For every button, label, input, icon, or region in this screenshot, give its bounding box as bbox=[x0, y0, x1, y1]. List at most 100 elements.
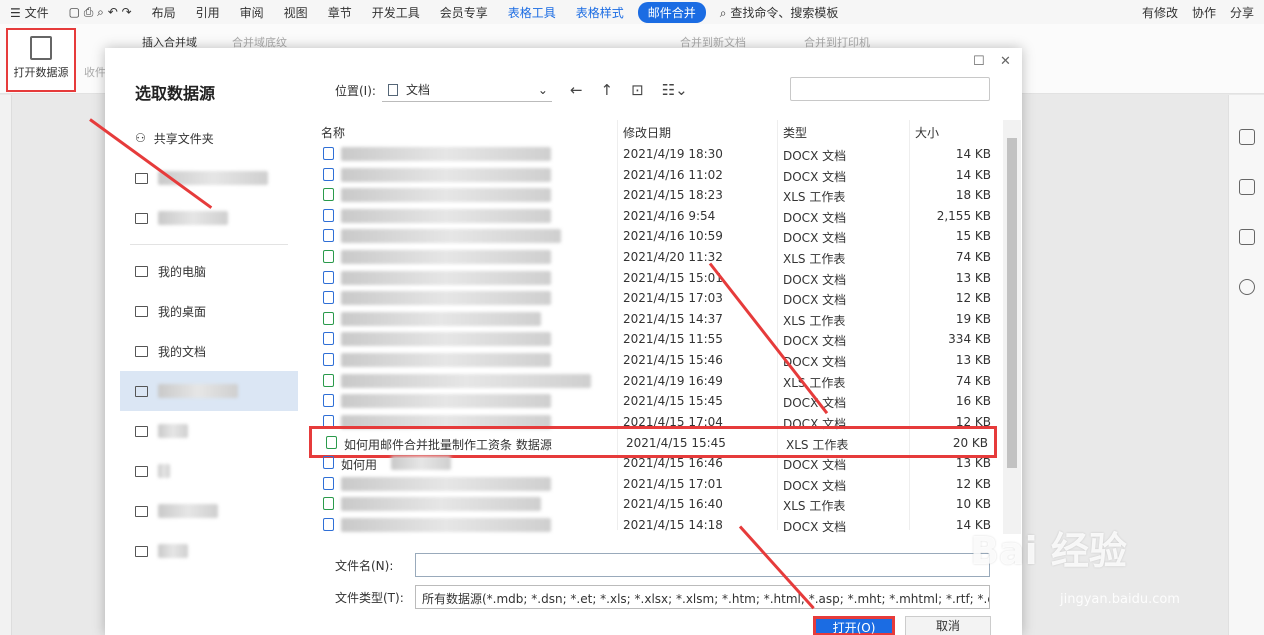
filename-input[interactable] bbox=[415, 553, 990, 577]
sidebar-item-blurred[interactable] bbox=[120, 158, 298, 198]
pointer-icon[interactable] bbox=[1238, 179, 1255, 195]
file-row[interactable]: 2021/4/16 11:02 DOCX 文档 14 KB bbox=[315, 165, 1003, 186]
view-menu-icon[interactable]: ☷⌄ bbox=[662, 81, 688, 99]
file-row[interactable]: 2021/4/15 15:45 DOCX 文档 16 KB bbox=[315, 391, 1003, 412]
folder-icon bbox=[135, 172, 148, 184]
docx-file-icon bbox=[323, 332, 334, 346]
location-dropdown[interactable]: 文档 ⌄ bbox=[381, 78, 552, 102]
back-icon[interactable]: ← bbox=[570, 81, 583, 99]
file-date: 2021/4/15 18:23 bbox=[623, 188, 723, 203]
file-row[interactable]: 2021/4/15 18:23 XLS 工作表 18 KB bbox=[315, 185, 1003, 206]
chevron-down-icon: ⌄ bbox=[537, 82, 548, 97]
file-date: 2021/4/15 15:45 bbox=[626, 436, 726, 451]
sidebar-item-selected[interactable] bbox=[120, 371, 298, 411]
settings-icon[interactable] bbox=[1238, 229, 1255, 245]
file-row[interactable]: 2021/4/15 15:46 DOCX 文档 13 KB bbox=[315, 350, 1003, 371]
up-icon[interactable]: ↑ bbox=[601, 81, 614, 99]
share-button[interactable]: 分享 bbox=[1230, 4, 1254, 21]
file-type: DOCX 文档 bbox=[783, 231, 847, 246]
sidebar-item-shared[interactable]: ⚇ 共享文件夹 bbox=[120, 118, 298, 158]
quick-access-icons[interactable]: ▢ ⎙ ⌕ ↶ ↷ bbox=[59, 5, 142, 20]
file-type: DOCX 文档 bbox=[783, 293, 847, 308]
column-type[interactable]: 类型 bbox=[783, 124, 807, 141]
tab-table-tools[interactable]: 表格工具 bbox=[498, 4, 566, 21]
column-name[interactable]: 名称 bbox=[321, 124, 345, 141]
file-row[interactable]: 2021/4/15 11:55 DOCX 文档 334 KB bbox=[315, 329, 1003, 350]
tab-mail-merge[interactable]: 邮件合并 bbox=[637, 1, 706, 23]
sidebar-item-blurred[interactable] bbox=[120, 451, 298, 491]
tab-section[interactable]: 章节 bbox=[318, 4, 362, 21]
file-type: XLS 工作表 bbox=[783, 313, 846, 328]
vertical-scrollbar[interactable] bbox=[1003, 120, 1021, 534]
sidebar-item-blurred[interactable] bbox=[120, 491, 298, 531]
edit-icon[interactable] bbox=[1238, 129, 1255, 145]
file-row[interactable]: 2021/4/15 17:03 DOCX 文档 12 KB bbox=[315, 288, 1003, 309]
file-row[interactable]: 2021/4/15 17:01 DOCX 文档 12 KB bbox=[315, 474, 1003, 495]
tab-layout[interactable]: 布局 bbox=[142, 4, 186, 21]
file-size: 10 KB bbox=[955, 497, 991, 512]
modified-status[interactable]: 有修改 bbox=[1142, 4, 1178, 21]
file-row[interactable]: 2021/4/15 14:37 XLS 工作表 19 KB bbox=[315, 309, 1003, 330]
xls-file-icon bbox=[323, 188, 334, 202]
blurred-text bbox=[341, 517, 551, 532]
help-icon[interactable] bbox=[1238, 279, 1255, 295]
tab-view[interactable]: 视图 bbox=[274, 4, 318, 21]
folder-icon bbox=[135, 505, 148, 517]
file-row[interactable]: 如何用 2021/4/15 16:46 DOCX 文档 13 KB bbox=[315, 453, 1003, 474]
docx-file-icon bbox=[323, 456, 334, 469]
sidebar-item-documents[interactable]: 我的文档 bbox=[120, 331, 298, 371]
file-row[interactable]: 2021/4/16 9:54 DOCX 文档 2,155 KB bbox=[315, 206, 1003, 227]
file-row[interactable]: 2021/4/15 14:18 DOCX 文档 14 KB bbox=[315, 515, 1003, 536]
file-row[interactable]: 2021/4/15 16:40 XLS 工作表 10 KB bbox=[315, 494, 1003, 515]
file-row[interactable]: 2021/4/16 10:59 DOCX 文档 15 KB bbox=[315, 226, 1003, 247]
file-row[interactable]: 2021/4/19 18:30 DOCX 文档 14 KB bbox=[315, 144, 1003, 165]
tab-review[interactable]: 审阅 bbox=[230, 4, 274, 21]
command-search[interactable]: ⌕ 查找命令、搜索模板 bbox=[710, 4, 849, 21]
open-datasource-button[interactable]: 打开数据源 bbox=[6, 28, 76, 92]
blurred-text bbox=[158, 504, 218, 518]
scrollbar-thumb[interactable] bbox=[1007, 138, 1017, 468]
sidebar-item-my-computer[interactable]: 我的电脑 bbox=[120, 251, 298, 291]
file-type: XLS 工作表 bbox=[786, 438, 849, 453]
file-search-input[interactable] bbox=[790, 77, 990, 101]
tab-developer[interactable]: 开发工具 bbox=[362, 4, 430, 21]
collect-button[interactable]: 收件 bbox=[84, 64, 106, 80]
blurred-text bbox=[158, 424, 188, 438]
file-date: 2021/4/15 16:40 bbox=[623, 497, 723, 512]
docx-file-icon bbox=[323, 229, 334, 243]
file-row[interactable]: 2021/4/19 16:49 XLS 工作表 74 KB bbox=[315, 371, 1003, 392]
blurred-text bbox=[158, 544, 188, 558]
file-date: 2021/4/15 17:03 bbox=[623, 291, 723, 306]
sidebar-item-blurred[interactable] bbox=[120, 531, 298, 571]
file-date: 2021/4/19 16:49 bbox=[623, 373, 723, 388]
tab-member[interactable]: 会员专享 bbox=[430, 4, 498, 21]
sidebar-item-blurred[interactable] bbox=[120, 411, 298, 451]
file-row[interactable]: 2021/4/20 11:32 XLS 工作表 74 KB bbox=[315, 247, 1003, 268]
file-row[interactable]: 2021/4/15 15:01 DOCX 文档 13 KB bbox=[315, 268, 1003, 289]
file-size: 334 KB bbox=[948, 332, 991, 347]
tab-references[interactable]: 引用 bbox=[186, 4, 230, 21]
new-folder-icon[interactable]: ⊡ bbox=[631, 81, 644, 99]
column-date[interactable]: 修改日期 bbox=[623, 124, 671, 141]
folder-icon bbox=[135, 545, 148, 557]
maximize-icon[interactable]: ☐ bbox=[973, 54, 985, 69]
menu-file[interactable]: ☰ 文件 bbox=[0, 4, 59, 21]
folder-icon bbox=[135, 465, 148, 477]
tab-table-style[interactable]: 表格样式 bbox=[566, 4, 634, 21]
filetype-select[interactable]: 所有数据源(*.mdb; *.dsn; *.et; *.xls; *.xlsx;… bbox=[415, 585, 990, 609]
docx-file-icon bbox=[323, 291, 334, 305]
docx-file-icon bbox=[323, 517, 334, 531]
close-icon[interactable]: ✕ bbox=[1000, 54, 1011, 69]
blurred-text bbox=[341, 208, 551, 223]
column-size[interactable]: 大小 bbox=[915, 124, 939, 141]
file-name: 如何用邮件合并批量制作工资条 数据源 bbox=[344, 438, 552, 453]
location-row: 位置(I): 文档 ⌄ ← ↑ ⊡ ☷⌄ bbox=[335, 78, 688, 102]
file-date: 2021/4/16 11:02 bbox=[623, 167, 723, 182]
collaborate-button[interactable]: 协作 bbox=[1192, 4, 1216, 21]
xls-file-icon bbox=[323, 373, 334, 387]
open-button[interactable]: 打开(O) bbox=[813, 616, 895, 635]
filename-row: 文件名(N): bbox=[335, 553, 990, 577]
sidebar-item-desktop[interactable]: 我的桌面 bbox=[120, 291, 298, 331]
cancel-button[interactable]: 取消 bbox=[905, 616, 991, 635]
file-size: 19 KB bbox=[955, 311, 991, 326]
